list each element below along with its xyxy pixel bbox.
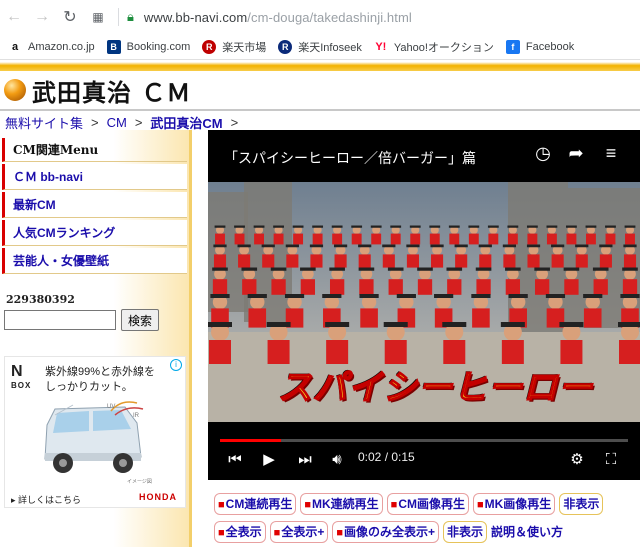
orb-icon <box>4 79 26 101</box>
control-button-row2-3[interactable]: 非表示 <box>443 521 488 543</box>
square-icon: ■ <box>218 499 225 511</box>
bookmark-label: Booking.com <box>126 40 191 53</box>
advertisement[interactable]: i N BOX 紫外線99%と赤外線を しっかりカット。 UV IR イメージ図 … <box>4 356 186 508</box>
control-button-label: 非表示 <box>563 497 600 511</box>
video-progress-bar[interactable] <box>220 439 628 442</box>
control-button-row2-2[interactable]: ■画像のみ全表示+ <box>332 521 440 543</box>
control-button-row1-0[interactable]: ■CM連続再生 <box>214 493 297 515</box>
breadcrumb-link-cm[interactable]: CM <box>107 115 127 130</box>
sidebar-item-popular-ranking[interactable]: 人気CMランキング <box>2 220 187 246</box>
playback-buttons-row-2: ■全表示 ■全表示+ ■画像のみ全表示+ 非表示 説明＆使い方 <box>214 521 563 543</box>
rakuten-infoseek-icon: R <box>278 39 293 54</box>
control-button-row2-1[interactable]: ■全表示+ <box>269 521 329 543</box>
nbox-logo: N BOX <box>11 363 32 391</box>
video-progress-fill <box>220 439 282 442</box>
ad-details-link[interactable]: ▸ 詳しくはこちら <box>11 493 81 506</box>
square-icon: ■ <box>273 527 281 539</box>
control-button-row2-0[interactable]: ■全表示 <box>214 521 266 543</box>
video-title[interactable]: 「スパイシーヒーロー／倍バーガー」篇 <box>224 148 476 168</box>
booking-icon: B <box>106 39 121 54</box>
square-icon: ■ <box>390 499 398 511</box>
address-bar[interactable]: www.bb-navi.com/cm-douga/takedashinji.ht… <box>144 10 412 25</box>
uv-label: UV <box>107 404 115 410</box>
share-icon[interactable]: ➦ <box>565 142 587 164</box>
play-icon[interactable]: ▶︎ <box>258 448 280 470</box>
header-accent-line <box>0 62 640 71</box>
square-icon: ■ <box>218 527 225 539</box>
square-icon: ■ <box>304 499 311 511</box>
control-button-label: CM連続再生 <box>225 497 293 511</box>
bookmark-label: Amazon.co.jp <box>28 40 95 53</box>
control-button-label: 非表示 <box>447 525 484 539</box>
sidebar: CM関連Menu ＣＭ bb-navi 最新CM 人気CMランキング 芸能人・女… <box>0 130 192 547</box>
rakuten-icon: R <box>202 39 217 54</box>
video-time: 0:02 / 0:15 <box>358 450 415 464</box>
car-image: UV IR イメージ図 <box>33 397 153 487</box>
search-input[interactable] <box>4 310 116 330</box>
site-header: 武田真治 ＣＭ <box>0 71 640 111</box>
square-icon: ■ <box>336 527 343 539</box>
bookmark-rakuten-infoseek[interactable]: R 楽天Infoseek <box>278 39 362 55</box>
forward-icon[interactable]: → <box>28 3 56 31</box>
control-button-label: 画像のみ全表示+ <box>344 525 436 539</box>
breadcrumb-separator: > <box>230 115 239 130</box>
car-image-caption: イメージ図 <box>127 479 152 485</box>
sidebar-item-latest-cm[interactable]: 最新CM <box>2 192 187 218</box>
bookmark-rakuten[interactable]: R 楽天市場 <box>202 39 266 55</box>
playback-buttons-row-1: ■CM連続再生 ■MK連続再生 ■CM画像再生 ■MK画像再生 非表示 <box>214 493 604 515</box>
settings-gear-icon[interactable]: ⚙︎ <box>566 448 588 470</box>
facebook-icon: f <box>505 39 520 54</box>
bookmark-label: 楽天市場 <box>222 41 267 54</box>
back-icon[interactable]: ← <box>0 3 28 31</box>
bookmark-yahoo[interactable]: Y! Yahoo!オークション <box>374 39 494 55</box>
watch-later-icon[interactable]: ◷ <box>532 142 554 164</box>
apps-grid-icon[interactable]: ▦ <box>84 3 112 31</box>
volume-icon[interactable]: 🔊︎ <box>326 448 348 470</box>
bookmark-label: 楽天Infoseek <box>298 41 362 54</box>
bookmark-label: Facebook <box>525 40 575 53</box>
sidebar-item-wallpaper[interactable]: 芸能人・女優壁紙 <box>2 248 187 274</box>
next-icon[interactable]: ⏭︎ <box>294 448 316 470</box>
sidebar-menu-heading: CM関連Menu <box>2 138 187 162</box>
lock-icon[interactable]: 🔒︎ <box>127 9 134 25</box>
control-button-label: 全表示 <box>225 525 262 539</box>
bookmarks-bar: a Amazon.co.jp B Booking.com R 楽天市場 R 楽天Infosee… <box>0 34 640 60</box>
toolbar-divider <box>118 8 119 26</box>
previous-icon[interactable]: ⏮︎ <box>224 448 246 470</box>
sidebar-item-cm-bb-navi[interactable]: ＣＭ bb-navi <box>2 164 187 190</box>
bookmark-amazon[interactable]: a Amazon.co.jp <box>8 40 95 54</box>
amazon-icon: a <box>11 40 19 53</box>
bookmark-facebook[interactable]: f Facebook <box>505 39 575 54</box>
search-button[interactable]: 検索 <box>121 309 159 331</box>
fullscreen-icon[interactable]: ⛶︎ <box>600 448 622 470</box>
playlist-icon[interactable]: ≡ <box>600 142 622 164</box>
honda-logo: HONDA <box>139 492 177 502</box>
bookmark-label: Yahoo!オークション <box>393 41 494 54</box>
control-button-row1-1[interactable]: ■MK連続再生 <box>300 493 383 515</box>
ad-info-icon[interactable]: i <box>170 359 182 371</box>
control-button-label: 全表示+ <box>281 525 325 539</box>
control-button-row1-2[interactable]: ■CM画像再生 <box>386 493 469 515</box>
control-button-label: MK連続再生 <box>311 497 379 511</box>
control-button-row1-3[interactable]: ■MK画像再生 <box>472 493 556 515</box>
ir-label: IR <box>133 413 140 419</box>
breadcrumb-separator: > <box>91 115 99 130</box>
control-button-label: CM画像再生 <box>398 497 465 511</box>
reload-icon[interactable]: ↻ <box>56 3 84 31</box>
control-button-row1-4[interactable]: 非表示 <box>559 493 604 515</box>
video-caption-art: スパイシーヒーロー <box>277 367 593 409</box>
bookmark-booking[interactable]: B Booking.com <box>106 39 191 54</box>
ad-copy: 紫外線99%と赤外線を しっかりカット。 <box>45 366 156 393</box>
yahoo-icon: Y! <box>375 40 387 53</box>
control-button-label: MK画像再生 <box>484 497 552 511</box>
help-link[interactable]: 説明＆使い方 <box>491 521 563 543</box>
visit-counter: 229380392 <box>6 293 75 306</box>
browser-toolbar: ← → ↻ ▦ 🔒︎ www.bb-navi.com/cm-douga/take… <box>0 0 640 34</box>
page-title: 武田真治 ＣＭ <box>32 78 192 107</box>
breadcrumb-separator: > <box>134 115 143 130</box>
square-icon: ■ <box>476 499 484 511</box>
video-player[interactable]: スパイシーヒーロー 「スパイシーヒーロー／倍バーガー」篇 ◷ ➦ ≡ ⏮︎ ▶︎… <box>208 130 640 480</box>
